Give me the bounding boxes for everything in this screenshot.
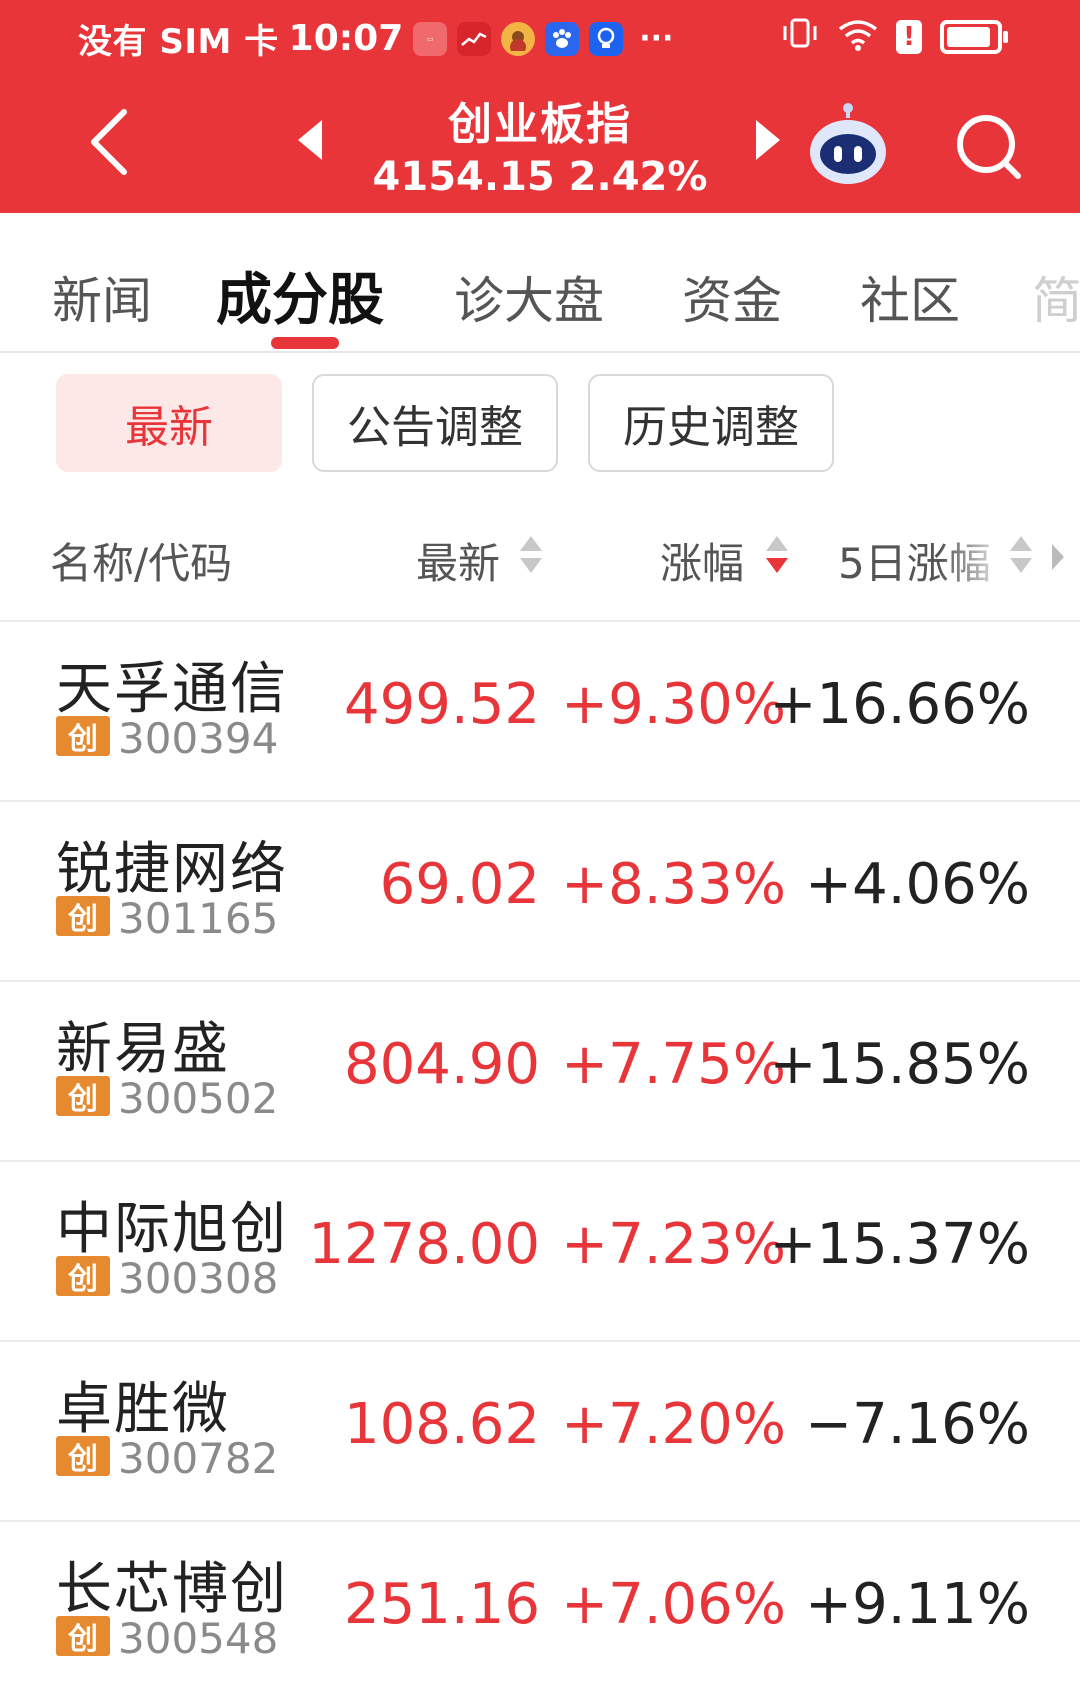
- table-row[interactable]: 长芯博创 创 300548 251.16 +7.06% +9.11%: [0, 1522, 1080, 1702]
- change-percent: +7.75%: [561, 1032, 786, 1097]
- status-bar: 没有 SIM 卡 10:07 ▭ ··· !: [0, 0, 1080, 80]
- change-percent: +7.23%: [561, 1212, 786, 1277]
- alert-icon: !: [896, 19, 922, 54]
- active-tab-indicator: [271, 337, 339, 349]
- stock-name: 锐捷网络: [56, 837, 288, 902]
- change-percent: +7.06%: [561, 1572, 786, 1637]
- table-row[interactable]: 天孚通信 创 300394 499.52 +9.30% +16.66%: [0, 622, 1080, 802]
- stock-name: 长芯博创: [56, 1557, 288, 1622]
- search-icon: [957, 115, 1021, 179]
- gem-board-badge: 创: [56, 1256, 110, 1297]
- search-button[interactable]: [950, 108, 1030, 188]
- stock-code: 300394: [118, 714, 279, 763]
- robot-icon: [810, 103, 886, 184]
- gem-board-badge: 创: [56, 896, 110, 937]
- carrier-text: 没有 SIM 卡: [78, 22, 279, 62]
- stock-name: 卓胜微: [56, 1377, 230, 1442]
- tab-news[interactable]: 新闻: [52, 261, 152, 333]
- wifi-icon: [838, 19, 878, 55]
- more-notifications-icon: ···: [639, 21, 674, 56]
- gem-board-badge: 创: [56, 1076, 110, 1117]
- stock-code: 300308: [118, 1254, 279, 1303]
- change-percent: +7.20%: [561, 1392, 786, 1457]
- stock-code: 300548: [118, 1614, 279, 1663]
- col-latest[interactable]: 最新: [416, 530, 500, 591]
- change-5d: +15.85%: [769, 1032, 1030, 1097]
- tab-market-diagnosis[interactable]: 诊大盘: [454, 261, 604, 333]
- clock: 10:07: [288, 18, 404, 59]
- nav-bar: 创业板指 4154.15 2.42%: [0, 82, 1080, 213]
- avatar-app-icon: [501, 21, 536, 56]
- stock-name: 新易盛: [56, 1017, 230, 1082]
- stock-code: 300782: [118, 1434, 279, 1483]
- index-name: 创业板指: [448, 99, 632, 150]
- more-columns-arrow-icon[interactable]: [1052, 544, 1064, 570]
- tab-brief[interactable]: 简: [1032, 261, 1080, 333]
- next-index-button[interactable]: [756, 120, 780, 160]
- tab-funds[interactable]: 资金: [682, 261, 782, 333]
- stock-code: 300502: [118, 1074, 279, 1123]
- change-5d: +9.11%: [805, 1572, 1030, 1637]
- vibrate-icon: [780, 18, 820, 55]
- col-name-code: 名称/代码: [50, 539, 233, 588]
- status-left: 没有 SIM 卡 10:07 ▭ ···: [78, 14, 673, 63]
- table-row[interactable]: 中际旭创 创 300308 1278.00 +7.23% +15.37%: [0, 1162, 1080, 1342]
- change-5d: +16.66%: [769, 672, 1030, 737]
- latest-price: 69.02: [379, 852, 540, 917]
- huawei-app-icon: ▭: [413, 21, 448, 56]
- table-row[interactable]: 卓胜微 创 300782 108.62 +7.20% −7.16%: [0, 1342, 1080, 1522]
- latest-price: 804.90: [344, 1032, 540, 1097]
- filter-history-adjustment[interactable]: 历史调整: [588, 374, 834, 472]
- baidu-app-icon: [545, 21, 580, 56]
- col-change[interactable]: 涨幅: [660, 530, 744, 591]
- tab-constituents[interactable]: 成分股: [216, 255, 384, 336]
- stock-name: 中际旭创: [56, 1197, 288, 1262]
- filter-announced-adjustment[interactable]: 公告调整: [312, 374, 558, 472]
- latest-price: 108.62: [344, 1392, 540, 1457]
- robot-assistant-button[interactable]: [806, 102, 890, 188]
- latest-price: 1278.00: [308, 1212, 540, 1277]
- index-value: 4154.15 2.42%: [372, 154, 708, 200]
- change-5d: +4.06%: [805, 852, 1030, 917]
- stock-code: 301165: [118, 894, 279, 943]
- lightbulb-app-icon: [589, 21, 624, 56]
- change-5d: −7.16%: [805, 1392, 1030, 1457]
- tab-bar: 新闻 成分股 诊大盘 资金 社区 简: [0, 213, 1080, 353]
- table-row[interactable]: 新易盛 创 300502 804.90 +7.75% +15.85%: [0, 982, 1080, 1162]
- gem-board-badge: 创: [56, 716, 110, 757]
- change-percent: +9.30%: [561, 672, 786, 737]
- gem-board-badge: 创: [56, 1436, 110, 1477]
- column-fade: [940, 520, 1010, 590]
- stock-name: 天孚通信: [56, 657, 288, 722]
- prev-index-button[interactable]: [298, 120, 322, 160]
- sort-change-icon[interactable]: [766, 536, 788, 580]
- stock-chart-icon: [457, 21, 492, 56]
- back-button[interactable]: [78, 102, 148, 182]
- table-header: 名称/代码 最新 涨幅 5日涨幅: [0, 500, 1080, 622]
- table-row[interactable]: 锐捷网络 创 301165 69.02 +8.33% +4.06%: [0, 802, 1080, 982]
- app-header: 没有 SIM 卡 10:07 ▭ ··· ! 创业板指 4154.15 2.42…: [0, 0, 1080, 213]
- chevron-left-icon: [91, 109, 127, 175]
- battery-icon: [940, 19, 1008, 54]
- change-5d: +15.37%: [769, 1212, 1030, 1277]
- gem-board-badge: 创: [56, 1616, 110, 1657]
- change-percent: +8.33%: [561, 852, 786, 917]
- sort-latest-icon[interactable]: [520, 536, 542, 580]
- status-right: !: [780, 18, 1008, 55]
- latest-price: 499.52: [344, 672, 540, 737]
- stock-list: 天孚通信 创 300394 499.52 +9.30% +16.66% 锐捷网络…: [0, 622, 1080, 1702]
- filter-latest[interactable]: 最新: [56, 374, 282, 472]
- sort-5d-icon[interactable]: [1010, 536, 1032, 580]
- latest-price: 251.16: [344, 1572, 540, 1637]
- tab-community[interactable]: 社区: [860, 261, 960, 333]
